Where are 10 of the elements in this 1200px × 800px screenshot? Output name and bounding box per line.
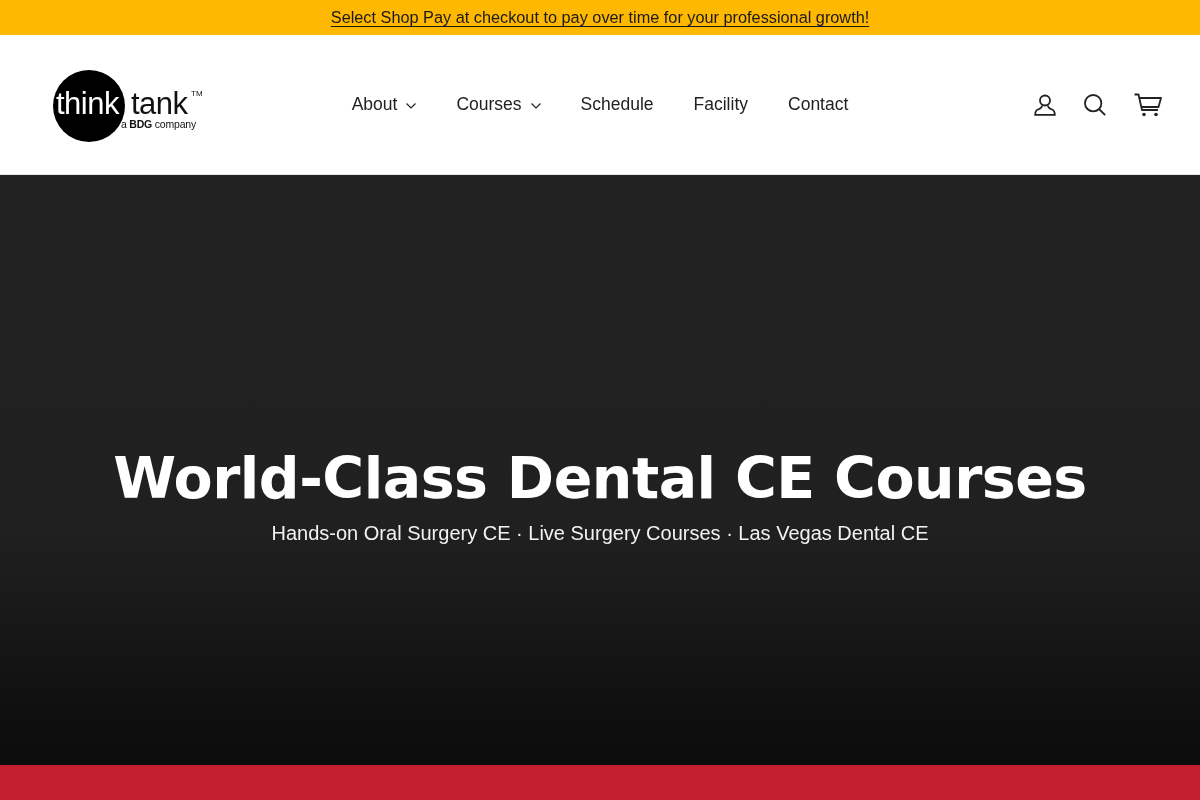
search-icon — [1084, 93, 1106, 116]
nav-link[interactable]: About — [351, 94, 417, 115]
hero-subtitle: Hands-on Oral Surgery CE · Live Surgery Courses · Las Vegas Dental CE — [271, 521, 929, 546]
nav-link[interactable]: Courses — [456, 94, 541, 115]
hero-title: World-Class Dental CE Courses — [113, 444, 1087, 512]
user-icon — [1034, 93, 1056, 116]
nav-link[interactable]: Contact — [788, 94, 849, 115]
nav-link[interactable]: Schedule — [580, 94, 654, 115]
cart-icon — [1134, 92, 1162, 117]
nav-link[interactable]: Facility — [693, 94, 748, 115]
